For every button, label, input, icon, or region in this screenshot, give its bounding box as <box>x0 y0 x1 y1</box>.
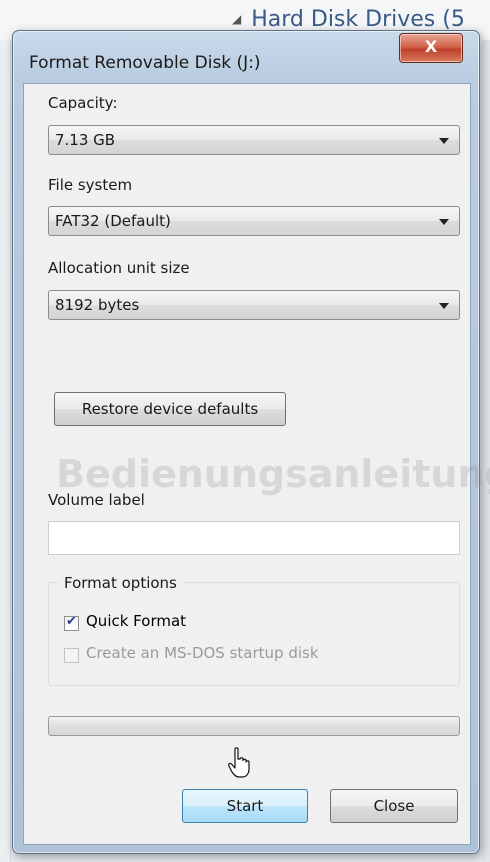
quick-format-checkbox[interactable] <box>64 614 79 631</box>
capacity-label: Capacity: <box>48 94 118 112</box>
file-system-select[interactable]: FAT32 (Default) <box>48 206 460 236</box>
background-tree-label: Hard Disk Drives (5 <box>251 7 465 32</box>
close-icon: X <box>424 37 438 56</box>
background-left-pane <box>0 40 11 862</box>
quick-format-label[interactable]: Quick Format <box>86 612 186 630</box>
format-options-title: Format options <box>58 574 183 592</box>
title-close-button[interactable]: X <box>399 33 463 63</box>
allocation-value: 8192 bytes <box>55 296 140 314</box>
format-options-group <box>48 582 460 686</box>
volume-label-input[interactable] <box>48 521 460 555</box>
mouse-pointer-icon <box>228 747 250 778</box>
restore-defaults-button[interactable]: Restore device defaults <box>54 392 286 426</box>
file-system-value: FAT32 (Default) <box>55 212 171 230</box>
volume-label-caption: Volume label <box>48 491 145 509</box>
dialog-client-area: Capacity: 7.13 GB File system FAT32 (Def… <box>23 83 490 845</box>
dialog-title: Format Removable Disk (J:) <box>29 53 261 73</box>
close-button[interactable]: Close <box>330 789 458 823</box>
chevron-down-icon <box>439 138 449 144</box>
start-button[interactable]: Start <box>182 789 308 823</box>
expand-triangle-icon: ◢ <box>232 12 242 26</box>
file-system-label: File system <box>48 176 133 194</box>
watermark: Bedienungsanleitung24.de <box>56 452 490 496</box>
allocation-label: Allocation unit size <box>48 259 190 277</box>
msdos-startup-checkbox <box>64 648 79 663</box>
chevron-down-icon <box>439 219 449 225</box>
title-bar[interactable]: Format Removable Disk (J:) X <box>13 31 479 81</box>
format-progress-bar <box>48 716 460 736</box>
capacity-select[interactable]: 7.13 GB <box>48 125 460 155</box>
chevron-down-icon <box>439 303 449 309</box>
capacity-value: 7.13 GB <box>55 131 116 149</box>
allocation-unit-select[interactable]: 8192 bytes <box>48 290 460 320</box>
msdos-startup-label: Create an MS-DOS startup disk <box>86 644 319 662</box>
format-dialog: Format Removable Disk (J:) X Capacity: 7… <box>12 30 490 854</box>
background-right-pane <box>482 40 490 862</box>
